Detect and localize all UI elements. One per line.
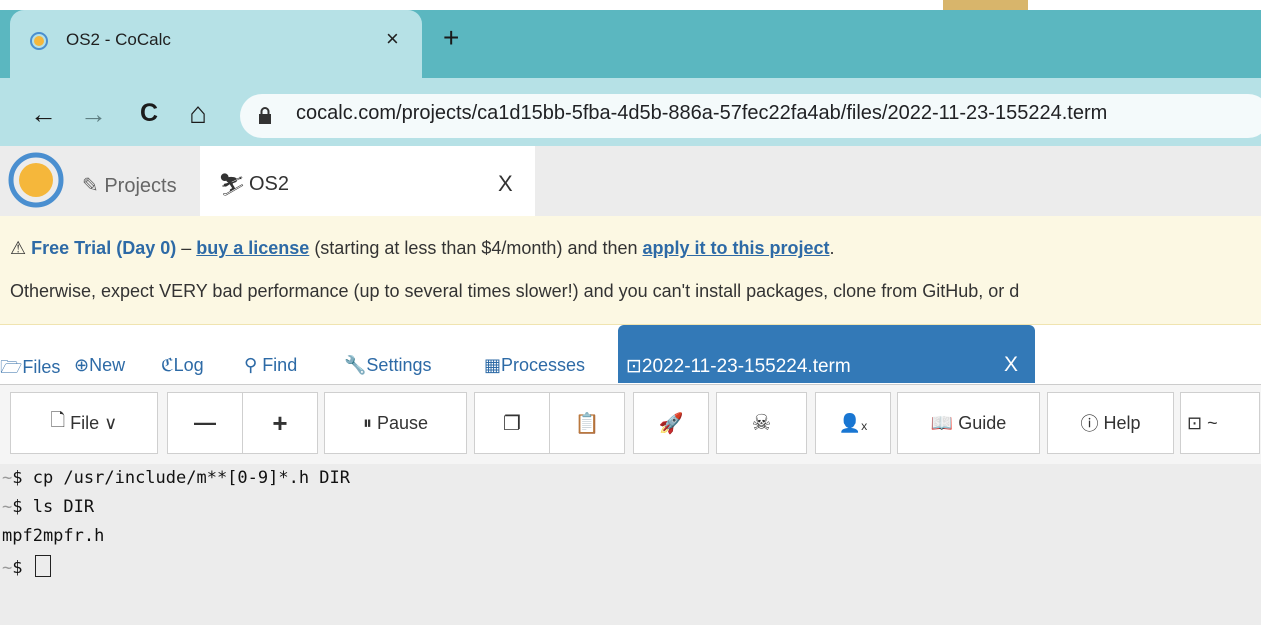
copy-button[interactable]: ❐ xyxy=(474,392,550,454)
home-icon[interactable]: ⌂ xyxy=(189,97,207,131)
folder-icon: 🗁 xyxy=(0,357,23,377)
trial-label: Free Trial (Day 0) xyxy=(31,238,177,258)
user-x-icon: 👤ₓ xyxy=(838,412,868,433)
kick-button[interactable]: 🚀 xyxy=(633,392,709,454)
zoom-in-button[interactable]: + xyxy=(242,392,318,454)
paste-icon: 📋 xyxy=(574,412,600,435)
terminal-output[interactable]: ~$ cp /usr/include/m**[0-9]*.h DIR ~$ ls… xyxy=(0,464,1261,625)
terminal-line: ~$ ls DIR xyxy=(2,497,95,517)
nav-settings[interactable]: 🔧Settings xyxy=(344,355,431,376)
projects-tab[interactable]: ✎ Projects xyxy=(82,173,177,198)
trial-banner xyxy=(0,216,1261,325)
pause-icon: ⏸ xyxy=(362,412,377,433)
zoom-out-button[interactable]: — xyxy=(167,392,243,454)
open-file-close-icon[interactable]: X xyxy=(1004,353,1018,377)
paste-button[interactable]: 📋 xyxy=(549,392,625,454)
copy-icon: ❐ xyxy=(503,412,521,435)
terminal-small-icon: ⊡ xyxy=(1187,412,1208,433)
project-runner-icon: ⛷ xyxy=(218,172,246,197)
lock-icon xyxy=(259,107,271,124)
terminal-line: mpf2mpfr.h xyxy=(2,526,105,546)
terminal-cursor xyxy=(34,555,51,577)
banner-line-2: Otherwise, expect VERY bad performance (… xyxy=(10,281,1020,301)
kill-button[interactable]: ☠ xyxy=(716,392,807,454)
skull-icon: ☠ xyxy=(751,410,772,435)
banner-line-1: ⚠ Free Trial (Day 0) – buy a license (st… xyxy=(10,238,835,258)
back-icon[interactable]: ← xyxy=(30,99,57,130)
users-button[interactable]: 👤ₓ xyxy=(815,392,891,454)
file-icon: 🗋 xyxy=(50,410,71,430)
project-tab-close-icon[interactable]: X xyxy=(498,171,513,197)
browser-tab-title: OS2 - CoCalc xyxy=(66,30,171,49)
search-icon: ⚲ xyxy=(244,355,263,375)
new-tab-button[interactable]: + xyxy=(443,22,459,54)
project-tab-label: OS2 xyxy=(249,173,290,195)
terminal-line: ~$ xyxy=(2,555,51,578)
guide-button[interactable]: 📖 Guide xyxy=(897,392,1040,454)
warning-icon: ⚠ xyxy=(10,238,27,258)
help-button[interactable]: ⓘ Help xyxy=(1047,392,1174,454)
pause-button[interactable]: ⏸ Pause xyxy=(324,392,467,454)
rocket-icon: 🚀 xyxy=(658,412,684,435)
forward-icon[interactable]: → xyxy=(80,99,107,130)
history-icon: ℭ xyxy=(161,355,174,375)
reload-icon[interactable]: C xyxy=(140,99,158,128)
shell-button[interactable]: ⊡ ~ xyxy=(1180,392,1260,454)
terminal-icon: ⊡ xyxy=(626,356,642,377)
buy-license-link[interactable]: buy a license xyxy=(196,238,309,258)
open-file-tab-label: ⊡2022-11-23-155224.term xyxy=(626,356,851,377)
plus-circle-icon: ⊕ xyxy=(74,355,90,375)
cocalc-topbar xyxy=(0,146,1261,216)
cocalc-logo-icon[interactable] xyxy=(8,152,64,208)
chip-icon: ▦ xyxy=(484,355,502,375)
pencil-icon: ✎ xyxy=(82,175,105,197)
nav-find[interactable]: ⚲ Find xyxy=(244,355,297,376)
nav-processes[interactable]: ▦Processes xyxy=(484,355,585,376)
url-text[interactable]: cocalc.com/projects/ca1d15bb-5fba-4d5b-8… xyxy=(296,102,1107,125)
nav-new[interactable]: ⊕New xyxy=(74,355,125,376)
question-icon: ⓘ xyxy=(1080,414,1104,434)
browser-tab-close-icon[interactable]: × xyxy=(386,26,399,52)
cocalc-favicon-icon xyxy=(30,32,48,50)
wrench-icon: 🔧 xyxy=(344,355,367,375)
book-icon: 📖 xyxy=(930,412,959,433)
apply-license-link[interactable]: apply it to this project xyxy=(643,238,830,258)
nav-log[interactable]: ℭLog xyxy=(161,355,204,376)
terminal-line: ~$ cp /usr/include/m**[0-9]*.h DIR xyxy=(2,468,351,488)
file-menu-button[interactable]: 🗋 File ∨ xyxy=(10,392,158,454)
nav-files[interactable]: 🗁Files xyxy=(0,355,60,385)
